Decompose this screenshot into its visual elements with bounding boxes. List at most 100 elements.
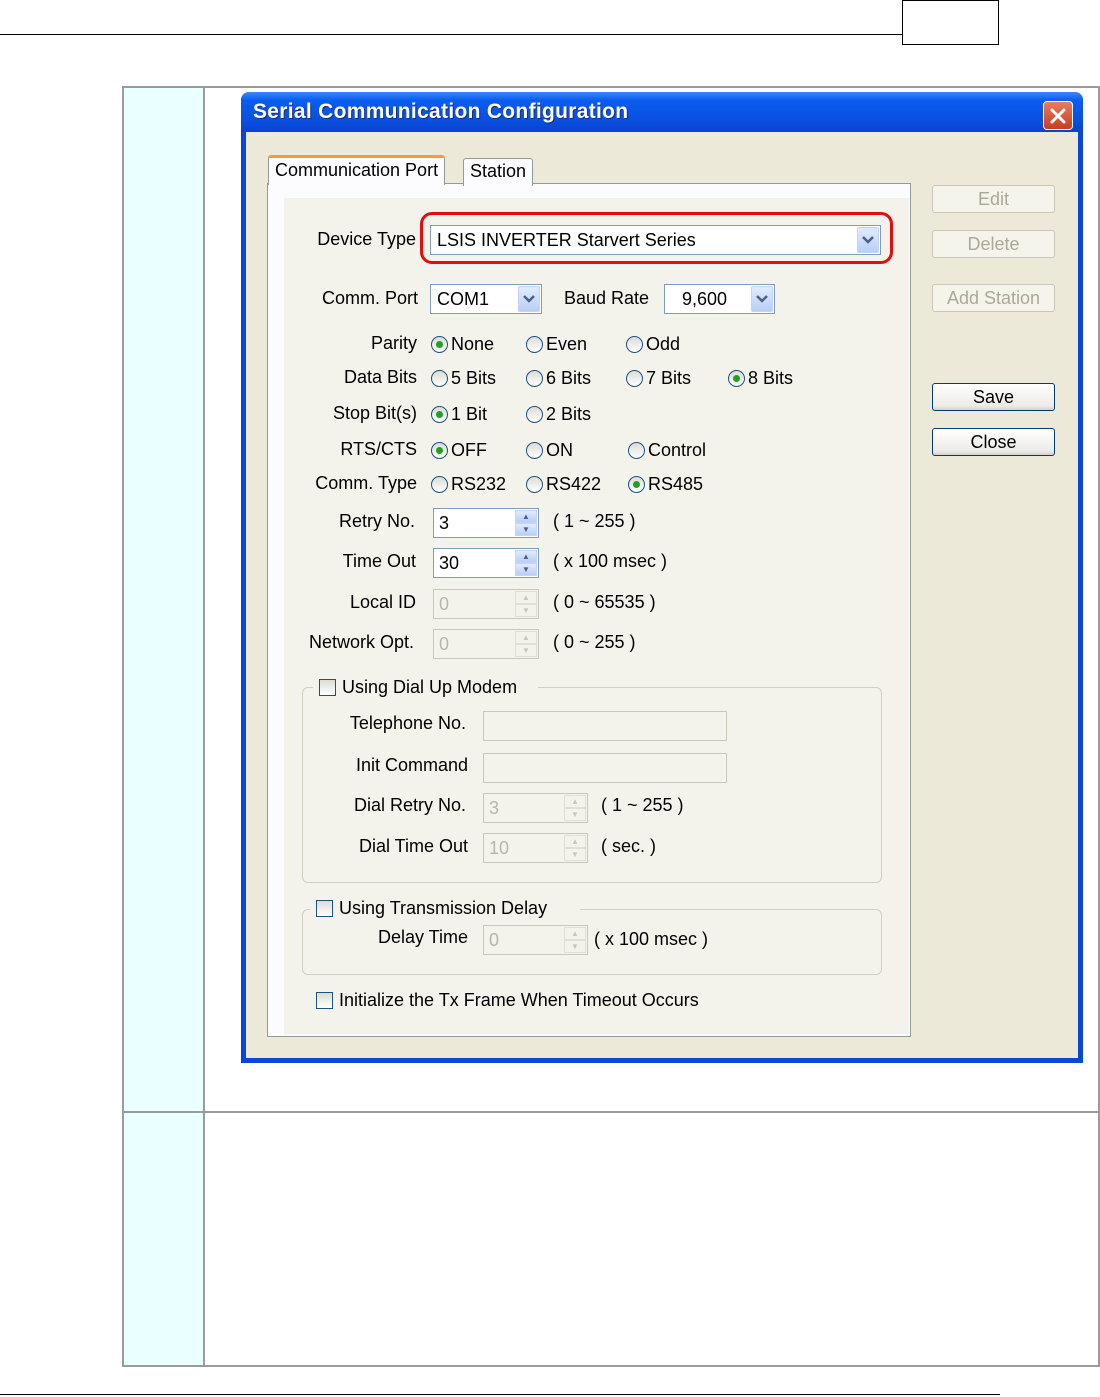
parity-none-radio[interactable]: None <box>431 334 494 355</box>
radio-selected-icon <box>628 476 645 493</box>
save-button[interactable]: Save <box>932 383 1055 411</box>
radio-icon <box>626 336 643 353</box>
dial-modem-checkbox[interactable] <box>319 679 336 696</box>
close-window-button[interactable] <box>1043 101 1073 130</box>
comm-type-rs232-radio[interactable]: RS232 <box>431 474 506 495</box>
radio-selected-icon <box>728 370 745 387</box>
radio-icon <box>526 406 543 423</box>
window-title: Serial Communication Configuration <box>253 100 629 123</box>
header-rule <box>0 34 903 35</box>
spin-down-icon[interactable]: ▼ <box>515 644 537 657</box>
dial-retry-value: 3 <box>489 798 500 818</box>
baud-rate-select[interactable]: 9,600 <box>664 284 775 314</box>
local-id-label: Local ID <box>349 592 416 612</box>
spin-up-icon[interactable]: ▲ <box>515 631 537 644</box>
footer-rule <box>0 1394 1000 1395</box>
rts-cts-label: RTS/CTS <box>340 439 417 459</box>
radio-selected-icon <box>431 336 448 353</box>
local-id-spinner[interactable]: 0 ▲ ▼ <box>433 589 539 619</box>
rts-cts-off-radio[interactable]: OFF <box>431 440 487 461</box>
time-out-label: Time Out <box>342 551 416 571</box>
network-opt-value: 0 <box>439 634 450 654</box>
telephone-input[interactable] <box>483 711 727 741</box>
data-bits-6-radio[interactable]: 6 Bits <box>526 368 591 389</box>
stop-bits-2-radio[interactable]: 2 Bits <box>526 404 591 425</box>
page-number-box <box>902 0 999 45</box>
dial-retry-spinner[interactable]: 3 ▲ ▼ <box>483 793 588 823</box>
rts-cts-on-radio[interactable]: ON <box>526 440 573 461</box>
rts-cts-control-radio[interactable]: Control <box>628 440 706 461</box>
dial-timeout-label: Dial Time Out <box>358 836 468 856</box>
radio-icon <box>626 370 643 387</box>
data-bits-8-radio[interactable]: 8 Bits <box>728 368 793 389</box>
retry-no-value: 3 <box>439 513 450 533</box>
close-button[interactable]: Close <box>932 428 1055 456</box>
spin-up-icon[interactable]: ▲ <box>564 795 586 808</box>
parity-label: Parity <box>370 333 417 353</box>
spin-down-icon[interactable]: ▼ <box>564 808 586 821</box>
spin-up-icon[interactable]: ▲ <box>515 510 537 523</box>
retry-no-spinner[interactable]: 3 ▲ ▼ <box>433 508 539 538</box>
doc-table-row-divider <box>124 1111 1098 1113</box>
comm-type-rs485-radio[interactable]: RS485 <box>628 474 703 495</box>
delay-time-spinner[interactable]: 0 ▲ ▼ <box>483 925 588 955</box>
stop-bits-1-radio[interactable]: 1 Bit <box>431 404 487 425</box>
network-opt-spinner[interactable]: 0 ▲ ▼ <box>433 629 539 659</box>
spin-up-icon[interactable]: ▲ <box>515 550 537 563</box>
close-icon <box>1050 108 1066 123</box>
radio-icon <box>526 442 543 459</box>
delay-time-label: Delay Time <box>377 927 468 947</box>
local-id-range: ( 0 ~ 65535 ) <box>553 592 656 612</box>
time-out-spinner[interactable]: 30 ▲ ▼ <box>433 548 539 578</box>
chevron-down-icon[interactable] <box>751 286 773 312</box>
spin-down-icon[interactable]: ▼ <box>515 563 537 576</box>
spin-down-icon[interactable]: ▼ <box>515 523 537 536</box>
time-out-value: 30 <box>439 553 460 573</box>
parity-odd-radio[interactable]: Odd <box>626 334 680 355</box>
baud-rate-label: Baud Rate <box>564 288 650 308</box>
chevron-down-icon[interactable] <box>518 286 540 312</box>
dial-timeout-range: ( sec. ) <box>601 836 657 856</box>
spin-up-icon[interactable]: ▲ <box>564 927 586 940</box>
network-opt-label: Network Opt. <box>308 632 414 652</box>
tab-communication-port[interactable]: Communication Port <box>268 155 446 185</box>
dial-timeout-spinner[interactable]: 10 ▲ ▼ <box>483 833 588 863</box>
telephone-label: Telephone No. <box>349 713 466 733</box>
data-bits-label: Data Bits <box>343 367 417 387</box>
spin-down-icon[interactable]: ▼ <box>515 604 537 617</box>
stop-bits-label: Stop Bit(s) <box>332 403 417 423</box>
dial-retry-range: ( 1 ~ 255 ) <box>601 795 684 815</box>
doc-table-label-column <box>124 88 204 1365</box>
radio-icon <box>431 476 448 493</box>
tab-station[interactable]: Station <box>463 158 534 186</box>
spin-down-icon[interactable]: ▼ <box>564 940 586 953</box>
comm-port-select[interactable]: COM1 <box>430 284 542 314</box>
init-command-label: Init Command <box>355 755 468 775</box>
radio-icon <box>628 442 645 459</box>
spin-up-icon[interactable]: ▲ <box>515 591 537 604</box>
time-out-range: ( x 100 msec ) <box>553 551 668 571</box>
parity-even-radio[interactable]: Even <box>526 334 587 355</box>
radio-icon <box>526 476 543 493</box>
delay-time-range: ( x 100 msec ) <box>594 929 709 949</box>
init-tx-checkbox[interactable] <box>316 992 333 1009</box>
dial-timeout-value: 10 <box>489 838 510 858</box>
data-bits-5-radio[interactable]: 5 Bits <box>431 368 496 389</box>
tx-delay-label: Using Transmission Delay <box>339 898 548 918</box>
data-bits-7-radio[interactable]: 7 Bits <box>626 368 691 389</box>
delete-button[interactable]: Delete <box>932 230 1055 258</box>
comm-port-label: Comm. Port <box>321 288 418 308</box>
tx-delay-checkbox[interactable] <box>316 900 333 917</box>
retry-no-range: ( 1 ~ 255 ) <box>553 511 636 531</box>
init-command-input[interactable] <box>483 753 727 783</box>
baud-rate-value: 9,600 <box>682 289 728 309</box>
dial-modem-label: Using Dial Up Modem <box>342 677 518 697</box>
comm-type-rs422-radio[interactable]: RS422 <box>526 474 601 495</box>
doc-table-divider <box>203 88 205 1365</box>
dial-retry-label: Dial Retry No. <box>353 795 466 815</box>
spin-up-icon[interactable]: ▲ <box>564 835 586 848</box>
device-type-highlight <box>420 212 893 264</box>
edit-button[interactable]: Edit <box>932 185 1055 213</box>
spin-down-icon[interactable]: ▼ <box>564 848 586 861</box>
add-station-button[interactable]: Add Station <box>932 284 1055 312</box>
